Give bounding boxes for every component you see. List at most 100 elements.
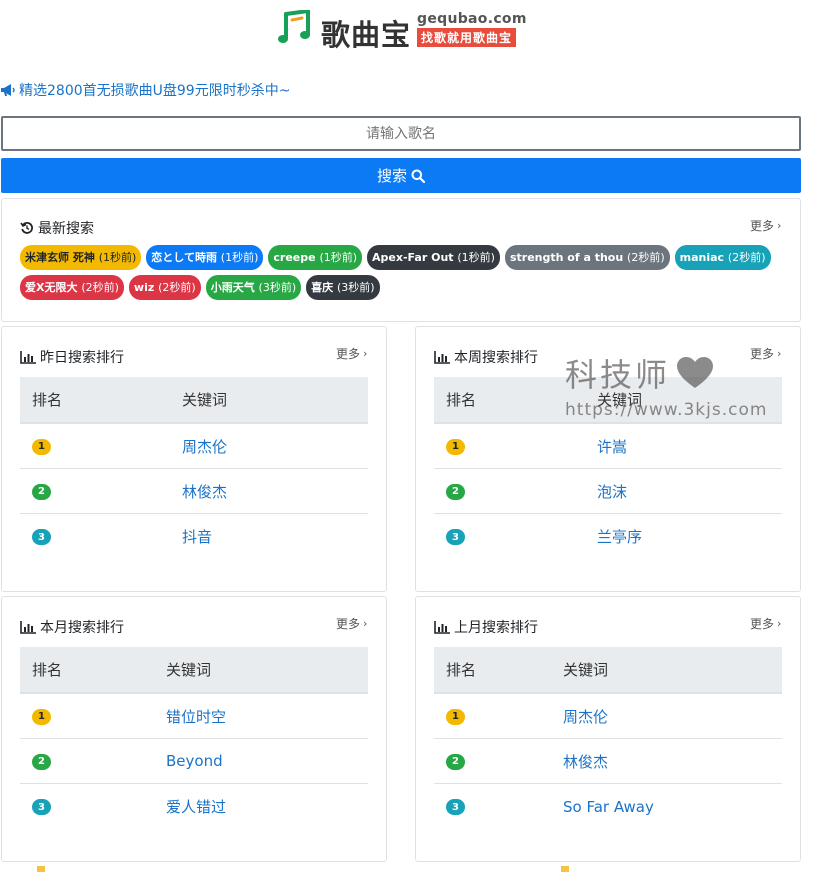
search-input[interactable] [1,116,801,151]
table-row: 1 周杰伦 [434,694,782,739]
bar-chart-icon [434,350,450,364]
recent-search-tag[interactable]: Apex-Far Out (1秒前) [367,245,500,270]
table-header: 排名 关键词 [20,377,368,424]
ranking-card-week: 本周搜索排行 更多 › 排名 关键词 1 许嵩 2 泡沫 3 兰亭序 [415,326,801,592]
recent-search-tag[interactable]: creepe (1秒前) [268,245,363,270]
tag-name: 喜庆 [311,281,334,294]
chevron-right-icon: › [363,347,368,360]
table-row: 2 泡沫 [434,469,782,514]
ranking-table: 排名 关键词 1 许嵩 2 泡沫 3 兰亭序 [434,377,782,559]
table-row: 2 林俊杰 [434,739,782,784]
recent-more-link[interactable]: 更多 › [750,217,781,234]
ranking-more-link[interactable]: 更多 › [750,345,781,362]
rank-badge: 2 [32,483,51,500]
recent-searches-title: 最新搜索 [20,218,94,238]
music-note-icon [278,10,310,43]
chevron-right-icon: › [363,617,368,630]
recent-search-tag[interactable]: 米津玄师 死神 (1秒前) [20,245,142,270]
tag-name: creepe [273,251,316,264]
rank-badge: 3 [446,529,465,546]
keyword-link[interactable]: 林俊杰 [563,751,608,772]
ranking-more-link[interactable]: 更多 › [750,615,781,632]
table-row: 1 周杰伦 [20,424,368,469]
keyword-link[interactable]: So Far Away [563,798,654,816]
keyword-link[interactable]: 兰亭序 [597,526,642,547]
rank-badge: 2 [446,483,465,500]
recent-search-tag[interactable]: 恋として時雨 (1秒前) [146,245,264,270]
history-icon [20,222,33,234]
next-card-edge [37,866,45,872]
keyword-link[interactable]: 林俊杰 [182,481,227,502]
rank-badge: 2 [446,753,465,770]
recent-search-tag[interactable]: maniac (2秒前) [674,245,771,270]
tag-time: (1秒前) [98,251,137,264]
tag-name: 小雨天气 [210,281,255,294]
tag-name: 恋として時雨 [151,251,217,264]
logo-slogan: 找歌就用歌曲宝 [417,28,517,47]
keyword-link[interactable]: 错位时空 [166,706,226,727]
megaphone-icon [1,84,15,96]
column-header-rank: 排名 [446,661,477,679]
logo-text: 歌曲宝 [321,18,412,52]
tag-time: (3秒前) [258,281,297,294]
rank-badge: 3 [446,799,465,816]
table-row: 2 林俊杰 [20,469,368,514]
keyword-link[interactable]: 泡沫 [597,481,627,502]
tag-time: (2秒前) [627,251,665,264]
bar-chart-icon [20,350,36,364]
ranking-title: 昨日搜索排行 [20,347,124,367]
recent-tags: 米津玄师 死神 (1秒前) 恋として時雨 (1秒前) creepe (1秒前) Ape… [20,245,780,305]
table-header: 排名 关键词 [434,377,782,424]
ranking-card-month: 本月搜索排行 更多 › 排名 关键词 1 错位时空 2 Beyond 3 爱人错过 [1,596,387,862]
ranking-more-link[interactable]: 更多 › [336,615,367,632]
column-header-keyword: 关键词 [563,661,609,679]
search-icon [411,169,425,183]
column-header-rank: 排名 [32,391,63,409]
search-button[interactable]: 搜索 [1,158,801,193]
recent-search-tag[interactable]: strength of a thou (2秒前) [504,245,670,270]
recent-search-tag[interactable]: 喜庆 (3秒前) [306,275,380,300]
column-header-keyword: 关键词 [182,391,228,409]
tag-time: (1秒前) [457,251,495,264]
keyword-link[interactable]: 抖音 [182,526,212,547]
chevron-right-icon: › [777,219,782,232]
tag-name: maniac [679,251,725,264]
keyword-link[interactable]: Beyond [166,752,223,770]
tag-name: strength of a thou [509,251,624,264]
recent-search-tag[interactable]: 小雨天气 (3秒前) [205,275,302,300]
ranking-card-yesterday: 昨日搜索排行 更多 › 排名 关键词 1 周杰伦 2 林俊杰 3 抖音 [1,326,387,592]
tag-name: wiz [133,281,155,294]
tag-time: (2秒前) [81,281,119,294]
keyword-link[interactable]: 爱人错过 [166,796,226,817]
logo-domain: gequbao.com [417,11,527,27]
table-row: 2 Beyond [20,739,368,784]
promo-link[interactable]: 精选2800首无损歌曲U盘99元限时秒杀中~ [0,80,290,100]
tag-name: 米津玄师 死神 [25,251,95,264]
chevron-right-icon: › [777,347,782,360]
site-header: 歌曲宝 gequbao.com 找歌就用歌曲宝 [0,0,820,62]
column-header-rank: 排名 [32,661,63,679]
bar-chart-icon [20,620,36,634]
rank-badge: 1 [32,438,51,455]
ranking-title: 本月搜索排行 [20,617,124,637]
recent-search-tag[interactable]: 爱X无限大 (2秒前) [20,275,124,300]
table-row: 1 错位时空 [20,694,368,739]
keyword-link[interactable]: 周杰伦 [182,436,227,457]
tag-name: Apex-Far Out [372,251,454,264]
table-header: 排名 关键词 [434,647,782,694]
site-logo[interactable]: 歌曲宝 gequbao.com 找歌就用歌曲宝 [278,10,527,54]
table-row: 3 抖音 [20,514,368,559]
column-header-rank: 排名 [446,391,477,409]
search-button-label: 搜索 [376,167,407,185]
ranking-more-link[interactable]: 更多 › [336,345,367,362]
tag-name: 爱X无限大 [25,281,78,294]
keyword-link[interactable]: 许嵩 [597,436,627,457]
rank-badge: 1 [446,438,465,455]
tag-row: 米津玄师 死神 (1秒前) 恋として時雨 (1秒前) creepe (1秒前) Ape… [20,245,780,270]
keyword-link[interactable]: 周杰伦 [563,706,608,727]
table-row: 3 兰亭序 [434,514,782,559]
ranking-table: 排名 关键词 1 错位时空 2 Beyond 3 爱人错过 [20,647,368,829]
bar-chart-icon [434,620,450,634]
recent-search-tag[interactable]: wiz (2秒前) [128,275,201,300]
ranking-title: 本周搜索排行 [434,347,538,367]
